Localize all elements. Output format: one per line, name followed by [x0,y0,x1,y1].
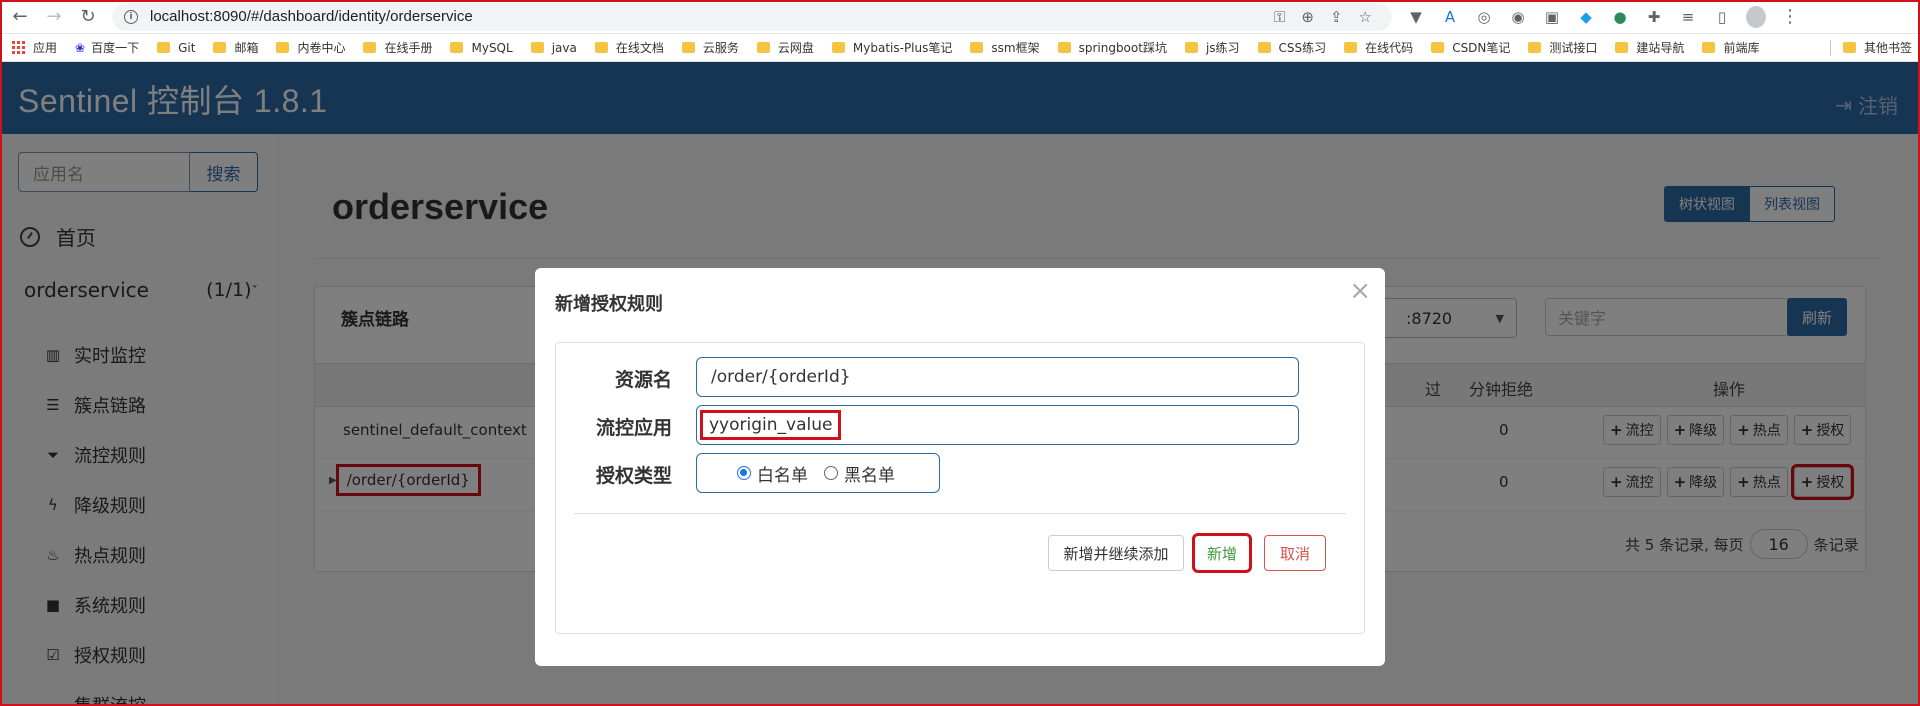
bookmark-item[interactable]: 云服务 [681,39,739,56]
auth-type-label: 授权类型 [595,465,672,487]
folder-icon [1057,42,1071,53]
browser-toolbar: ← → ↻ i localhost:8090/#/dashboard/ident… [0,0,1920,34]
resource-label: 资源名 [614,369,672,391]
star-icon[interactable]: ☆ [1359,8,1372,26]
back-icon[interactable]: ← [6,3,34,31]
folder-icon [1615,42,1629,53]
bookmark-item[interactable]: springboot踩坑 [1057,39,1167,56]
dialog-form: 资源名 /order/{orderId} 流控应用 yyorigin_value… [555,342,1365,634]
other-bookmarks[interactable]: 其他书签 [1829,39,1912,56]
folder-icon [276,42,290,53]
bookmark-item[interactable]: 云网盘 [756,39,814,56]
bookmark-item[interactable]: Mybatis-Plus笔记 [831,39,952,56]
dialog-title: 新增授权规则 [555,294,663,315]
folder-icon [681,42,695,53]
profile-avatar[interactable] [1746,5,1766,28]
cancel-button[interactable]: 取消 [1264,535,1326,571]
folder-icon [363,42,377,53]
folder-icon [756,42,770,53]
bookmark-item[interactable]: CSDN笔记 [1431,39,1510,56]
bookmark-item[interactable]: 邮箱 [213,39,258,56]
resource-name-input[interactable]: /order/{orderId} [696,357,1299,397]
extension-icon[interactable]: ◉ [1508,8,1528,26]
reading-list-icon[interactable]: ≡ [1678,8,1698,26]
address-bar[interactable]: i localhost:8090/#/dashboard/identity/or… [112,2,1392,31]
bookmark-item[interactable]: js练习 [1184,39,1240,56]
extension-icon[interactable]: ▣ [1542,8,1562,26]
bookmark-item[interactable]: java [530,41,577,55]
add-and-continue-button[interactable]: 新增并继续添加 [1048,535,1184,571]
zoom-icon[interactable]: ⊕ [1301,8,1314,26]
bookmark-item[interactable]: 测试接口 [1528,39,1597,56]
apps-icon [12,41,25,54]
folder-icon [1257,42,1271,53]
limit-app-input[interactable]: yyorigin_value [696,405,1299,445]
form-divider [574,513,1346,514]
folder-icon [1344,42,1358,53]
bookmark-item[interactable]: ssm框架 [970,39,1040,56]
add-button[interactable]: 新增 [1192,533,1252,573]
info-icon[interactable]: i [124,9,138,24]
bookmarks-bar: 应用 ❀ 百度一下 Git 邮箱 内卷中心 在线手册 MySQL java 在线文… [0,34,1920,62]
folder-icon [530,42,544,53]
folder-icon [1184,42,1198,53]
blacklist-radio[interactable]: 黑名单 [824,461,895,486]
extension-icon[interactable]: ◎ [1474,8,1494,26]
translate-icon[interactable]: A [1440,8,1460,26]
sidepanel-icon[interactable]: ▯ [1712,8,1732,26]
folder-icon [450,42,464,53]
folder-icon [1528,42,1542,53]
menu-icon[interactable]: ⋮ [1780,6,1800,27]
folder-icon [970,42,984,53]
bookmark-item[interactable]: MySQL [450,41,513,55]
close-icon[interactable]: × [1349,276,1371,306]
bookmark-apps[interactable]: 应用 [12,39,57,56]
extension-icon[interactable]: ▼ [1406,8,1426,26]
radio-unchecked-icon [824,466,838,480]
paw-icon: ❀ [75,40,86,55]
bookmark-item[interactable]: CSS练习 [1257,39,1326,56]
radio-checked-icon [737,466,751,480]
bookmark-item[interactable]: 内卷中心 [276,39,345,56]
bookmark-item[interactable]: 在线文档 [594,39,664,56]
whitelist-radio[interactable]: 白名单 [737,461,808,486]
extension-icon[interactable]: ● [1610,8,1630,26]
reload-icon[interactable]: ↻ [74,3,102,31]
folder-icon [1702,42,1716,53]
extension-icon[interactable]: ◆ [1576,8,1596,26]
folder-icon [213,42,227,53]
bookmark-item[interactable]: ❀ 百度一下 [75,39,139,56]
key-icon[interactable]: ⚿ [1274,8,1285,26]
bookmark-item[interactable]: 在线代码 [1344,39,1413,56]
folder-icon [831,42,845,53]
folder-icon [1431,42,1445,53]
folder-icon [157,42,171,53]
bookmark-item[interactable]: Git [157,41,195,55]
folder-icon [594,42,608,53]
forward-icon[interactable]: → [40,3,68,31]
auth-type-radio-group: 白名单 黑名单 [696,453,940,493]
folder-icon [1842,42,1856,53]
limit-app-value: yyorigin_value [699,410,842,440]
bookmark-item[interactable]: 在线手册 [363,39,432,56]
add-authority-rule-dialog: 新增授权规则 × 资源名 /order/{orderId} 流控应用 yyori… [535,268,1385,666]
share-icon[interactable]: ⇪ [1330,8,1343,26]
bookmark-item[interactable]: 前端库 [1702,39,1759,56]
url-text[interactable]: localhost:8090/#/dashboard/identity/orde… [150,8,473,25]
bookmark-item[interactable]: 建站导航 [1615,39,1684,56]
limit-app-label: 流控应用 [595,417,672,439]
puzzle-icon[interactable]: ✚ [1644,8,1664,26]
